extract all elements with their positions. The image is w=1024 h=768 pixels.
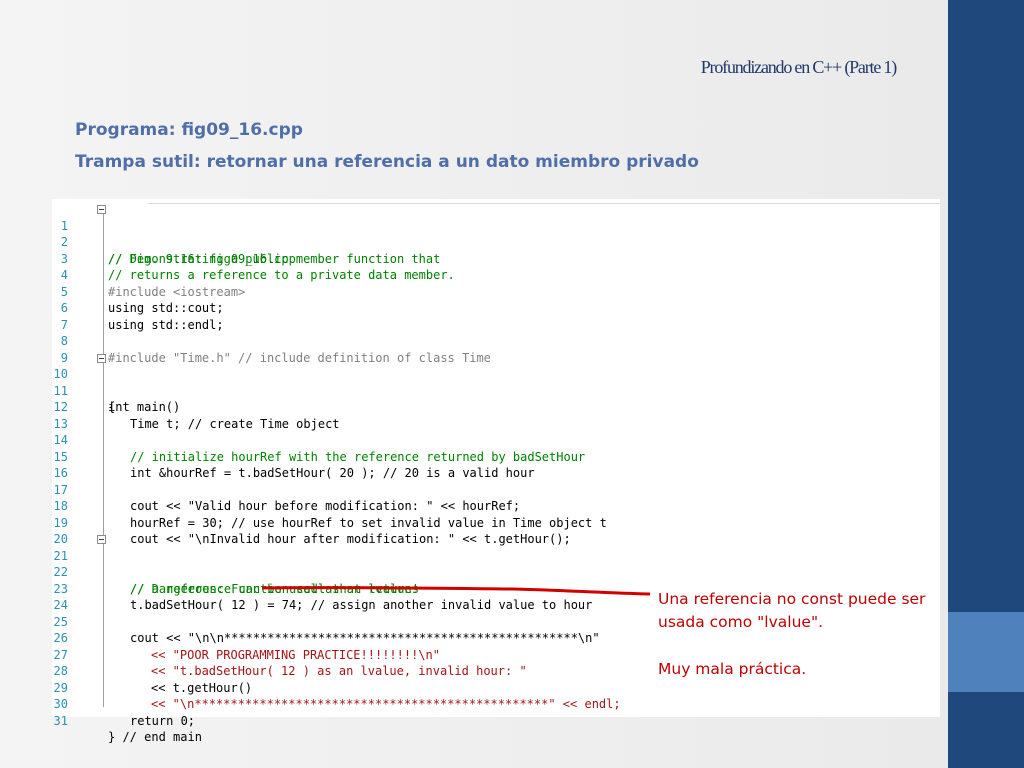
program-subtitle: Programa: fig09_16.cpp (75, 120, 303, 140)
side-accent (948, 612, 1024, 692)
collapse-icon[interactable] (97, 205, 106, 214)
code-line: 30 return 0; (52, 680, 940, 728)
code-line: 5 using std::cout; (52, 267, 940, 316)
code-line: 6 using std::endl; (52, 284, 940, 332)
line-number: 31 (53, 713, 68, 728)
code-line: 7 (52, 300, 940, 332)
code-line: 14 // initialize hourRef with the refere… (52, 416, 940, 464)
code-line: 3 // returns a reference to a private da… (52, 234, 940, 283)
code-line: 17 cout << "Valid hour before modificati… (52, 465, 940, 514)
code-line: 10 int main() (52, 350, 940, 414)
code-line: 28 << t.getHour() (52, 647, 940, 695)
code-line: 16 (52, 449, 940, 480)
code-line: 11 { (52, 366, 940, 415)
annotation-line-2: usada como "lvalue". (658, 613, 824, 631)
red-underline (262, 586, 650, 596)
code-text: } // end main (108, 730, 202, 744)
code-line: 9 (52, 333, 940, 365)
code-line: 22 // a reference can be used as an lval… (52, 548, 940, 596)
annotation-line-1: Una referencia no const puede ser (658, 590, 926, 608)
code-line: 1 // Fig. 9.16: fig09_16.cpp (52, 201, 940, 266)
annotation-line-3: Muy mala práctica. (658, 660, 807, 678)
code-line: 2 // Demonstrating a public member funct… (52, 218, 940, 266)
code-line: 12 Time t; // create Time object (52, 383, 940, 431)
code-line: 27 << "t.badSetHour( 12 ) as an lvalue, … (52, 630, 940, 679)
collapse-icon[interactable] (97, 535, 106, 544)
code-line: 29 << "\n*******************************… (52, 663, 940, 712)
code-line: 21 // Dangerous: Function call that retu… (52, 531, 940, 596)
code-line: 13 (52, 399, 940, 431)
code-line: 23 t.badSetHour( 12 ) = 74; // assign an… (52, 564, 940, 613)
code-text: return 0; (130, 713, 196, 728)
slide-title: Profundizando en C++ (Parte 1) (700, 57, 897, 77)
code-line: 31 } // end main (52, 696, 940, 745)
code-line: 15 int &hourRef = t.badSetHour( 20 ); //… (52, 432, 940, 481)
pitfall-subtitle: Trampa sutil: retornar una referencia a … (75, 152, 699, 172)
code-line: 8 #include "Time.h" // include definitio… (52, 317, 940, 365)
collapse-icon[interactable] (97, 353, 106, 363)
code-line: 20 (52, 515, 940, 546)
code-line: 19 cout << "\nInvalid hour after modific… (52, 498, 940, 547)
code-panel: 1 // Fig. 9.16: fig09_16.cpp 2 // Demons… (52, 199, 940, 745)
code-line: 18 hourRef = 30; // use hourRef to set i… (52, 482, 940, 530)
code-line: 4 #include <iostream> (52, 251, 940, 299)
